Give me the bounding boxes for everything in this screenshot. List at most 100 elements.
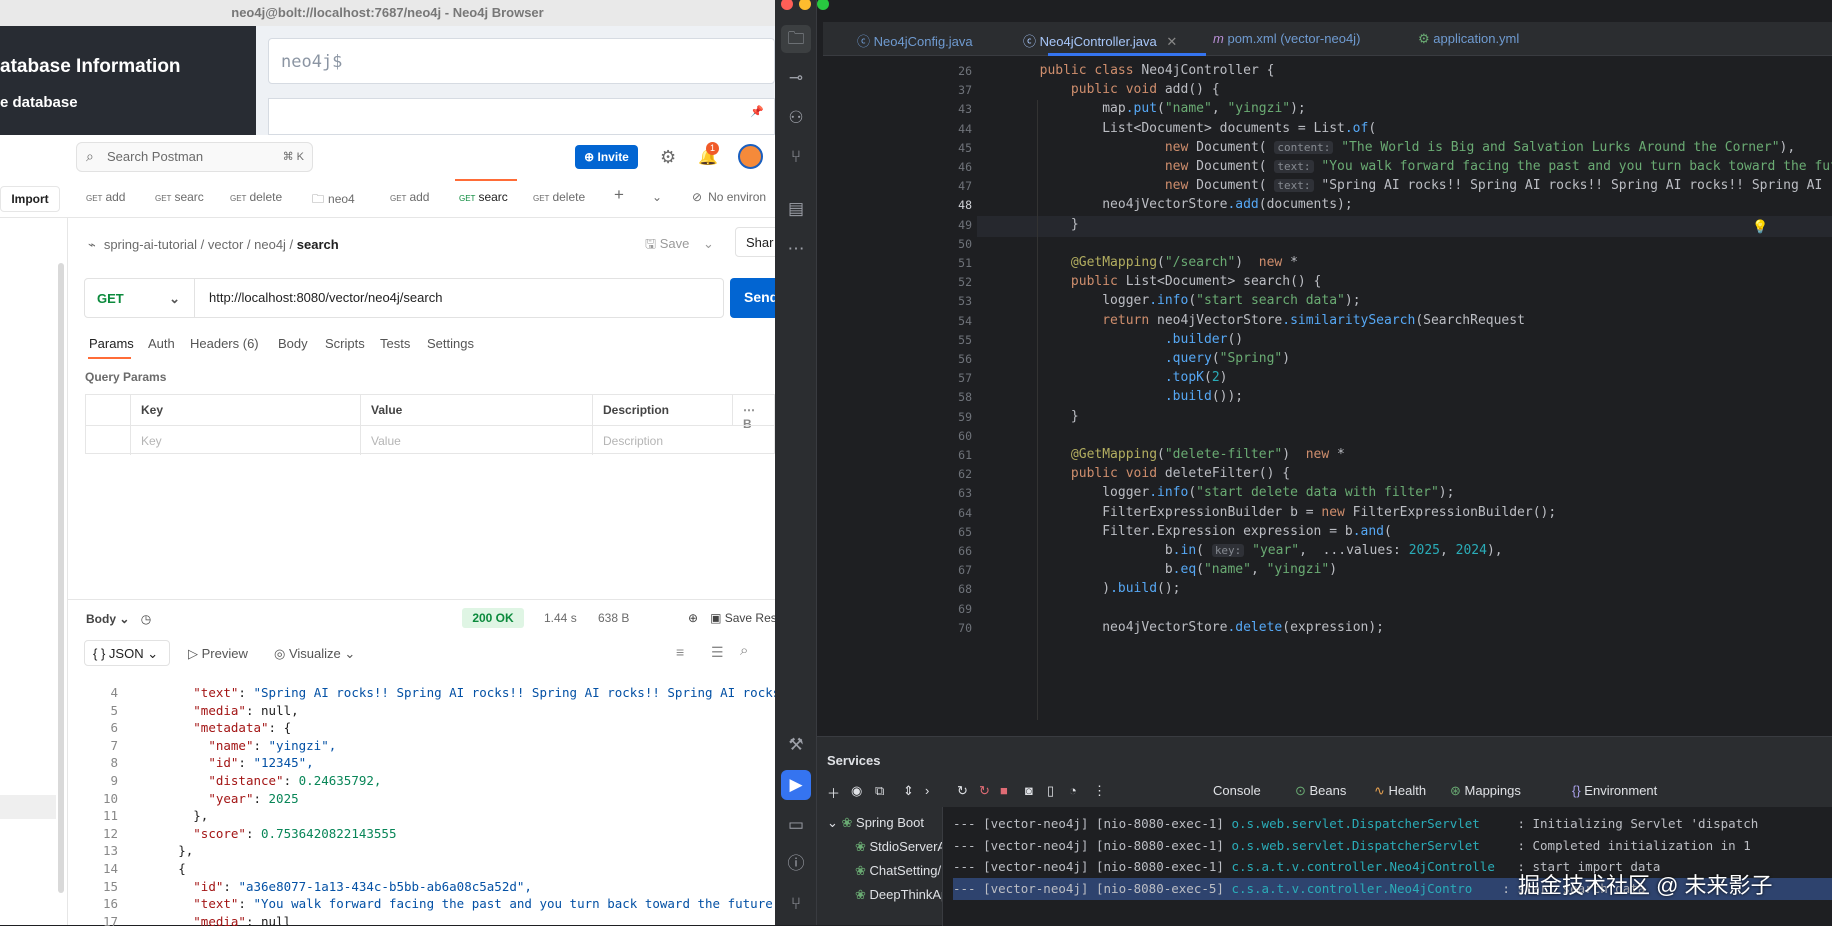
console-output[interactable]: --- [vector-neo4j] [nio-8080-exec-1] o.s… (942, 807, 1832, 926)
eye-icon[interactable]: ◉ (851, 783, 862, 799)
request-tab[interactable]: 🗀 neo4 (312, 190, 355, 211)
table-overflow[interactable]: ⋯ B (733, 395, 776, 431)
request-tab[interactable]: GET delete (230, 190, 282, 204)
query-params-table: Key Value Description ⋯ B Key Value Desc… (85, 394, 776, 455)
dump-icon[interactable]: ▯ (1047, 783, 1054, 799)
http-icon: ⌁ (88, 237, 96, 252)
code-line[interactable]: } (977, 406, 1079, 428)
tab-auth[interactable]: Auth (148, 336, 175, 351)
pin-icon[interactable]: 📌 (750, 105, 764, 118)
more-icon[interactable]: ⋮ (1093, 783, 1106, 799)
tab-neo4jconfig[interactable]: ⓒ Neo4jConfig.java (857, 31, 973, 50)
structure-icon[interactable]: ▤ (784, 197, 808, 221)
build-icon[interactable]: ⚒ (784, 733, 808, 757)
console-line[interactable]: --- [vector-neo4j] [nio-8080-exec-1] o.s… (953, 813, 1758, 835)
folder-icon[interactable]: 🗀 (784, 27, 808, 51)
tab-tests[interactable]: Tests (380, 336, 410, 351)
invite-button[interactable]: ⊕ Invite (575, 145, 638, 169)
url-input[interactable]: http://localhost:8080/vector/neo4j/searc… (209, 290, 442, 305)
sidebar-selected-item[interactable] (0, 795, 56, 819)
line-number: 56 (958, 352, 972, 366)
method-select[interactable]: GET ⌄ (85, 279, 195, 317)
format-select[interactable]: { } JSON ⌄ (84, 640, 170, 666)
lightbulb-icon[interactable]: 💡 (1752, 219, 1768, 234)
maximize-window-icon[interactable] (817, 0, 829, 10)
line-number: 48 (958, 198, 972, 213)
more-icon[interactable]: ⋯ (784, 237, 808, 261)
tab-scripts[interactable]: Scripts (325, 336, 365, 351)
tab-console[interactable]: Console (1213, 783, 1261, 798)
tab-body[interactable]: Body (278, 336, 308, 351)
visualize-button[interactable]: ◎ Visualize ⌄ (274, 646, 355, 662)
code-editor[interactable]: public class Neo4jController { public vo… (977, 56, 1832, 736)
tab-mappings[interactable]: ⊛ Mappings (1450, 783, 1521, 799)
folder-icon: 🗀 (312, 192, 325, 206)
request-tab[interactable]: GET searc (155, 190, 204, 204)
save-button[interactable]: 🖫 Save ⌄ (645, 235, 714, 257)
cypher-editor-input[interactable]: neo4j$ (268, 38, 775, 84)
plugins-icon[interactable]: ⚇ (784, 106, 808, 130)
rerun-failed-icon[interactable]: ↻ (979, 783, 990, 799)
neo4j-sidebar: atabase Information e database (0, 26, 256, 135)
search-icon[interactable]: ⌕ (740, 642, 748, 659)
pull-request-icon[interactable]: ⑂ (784, 145, 808, 169)
commit-icon[interactable]: ⊸ (784, 66, 808, 90)
tab-settings[interactable]: Settings (427, 336, 474, 351)
expand-icon[interactable]: ⇕ (903, 783, 914, 799)
tree-item[interactable]: ❀ DeepThinkAp (855, 887, 948, 903)
row-checkbox[interactable] (86, 425, 131, 455)
code-line[interactable]: ).build(); (977, 578, 1180, 600)
line-number: 47 (958, 179, 972, 194)
tab-params[interactable]: Params (89, 336, 134, 351)
response-body-select[interactable]: Body ⌄ ◷ (86, 612, 151, 626)
new-tab-icon[interactable]: + (614, 185, 624, 205)
environment-selector[interactable]: ⊘ No environ (692, 190, 766, 204)
editor-gutter: 26 37 43 44 45 46 47 48 49 50 51 52 53 54 55 56 57 58 59 60… (817, 56, 977, 736)
tab-neo4jcontroller[interactable]: ⓒ Neo4jController.java ✕ (1023, 31, 1177, 50)
chevron-right-icon[interactable]: › (925, 783, 929, 798)
camera-icon[interactable]: ◙ (1025, 783, 1033, 798)
tab-pom[interactable]: m pom.xml (vector-neo4j) (1213, 31, 1360, 46)
class-icon: ⓒ (1023, 34, 1040, 49)
wrap-icon[interactable]: ≡ (676, 644, 684, 660)
key-input[interactable]: Key (131, 425, 361, 455)
stop-icon[interactable]: ■ (1000, 783, 1008, 798)
tree-item[interactable]: ❀ StdioServerA (855, 839, 946, 855)
console-line[interactable]: --- [vector-neo4j] [nio-8080-exec-1] o.s… (953, 835, 1751, 857)
tab-environment[interactable]: {} Environment (1572, 783, 1657, 798)
request-tab-active[interactable]: GET searc (459, 190, 508, 204)
tree-item[interactable]: ❀ ChatSetting/ (855, 863, 941, 879)
gear-icon[interactable]: ⚙ (660, 147, 676, 168)
import-button[interactable]: Import (0, 186, 60, 212)
tree-item-spring-boot[interactable]: ⌄ ❀ Spring Boot (827, 815, 924, 831)
tab-application-yml[interactable]: ⚙ application.yml (1418, 31, 1519, 47)
tab-health[interactable]: ∿ Health (1374, 783, 1426, 799)
description-input[interactable]: Description (593, 425, 776, 455)
rerun-icon[interactable]: ↻ (957, 783, 968, 799)
new-window-icon[interactable]: ⧉ (875, 783, 884, 799)
request-tab[interactable]: GET add (86, 190, 125, 204)
tab-headers[interactable]: Headers (6) (190, 336, 259, 351)
request-tab[interactable]: GET add (390, 190, 429, 204)
request-tab[interactable]: GET delete (533, 190, 585, 204)
value-input[interactable]: Value (361, 425, 593, 455)
sidebar-scrollbar[interactable] (58, 263, 64, 893)
chevron-down-icon[interactable]: ⌄ (652, 190, 662, 204)
git-icon[interactable]: ⑂ (784, 892, 808, 916)
preview-button[interactable]: ▷ Preview (188, 646, 248, 662)
services-icon[interactable]: ▶ (784, 773, 808, 797)
invite-label: Invite (597, 150, 629, 164)
add-icon[interactable]: ＋ (827, 783, 840, 802)
chevron-down-icon: ⌄ (169, 291, 180, 306)
tab-beans[interactable]: ⊙ Beans (1295, 783, 1346, 799)
filter-icon[interactable]: ☰ (711, 644, 724, 661)
terminal-icon[interactable]: ▭ (784, 813, 808, 837)
line-number: 58 (958, 390, 972, 405)
code-line[interactable]: } (977, 214, 1079, 236)
code-line[interactable]: neo4jVectorStore.delete(expression); (977, 617, 1384, 639)
json-line: 4 "text": "Spring AI rocks!! Spring AI r… (110, 685, 775, 700)
profiler-icon[interactable]: ◔ (1069, 783, 1077, 798)
avatar[interactable] (738, 144, 763, 169)
search-input[interactable]: ⌕ Search Postman ⌘ K (76, 142, 313, 172)
problems-icon[interactable]: ⓘ (784, 852, 808, 876)
